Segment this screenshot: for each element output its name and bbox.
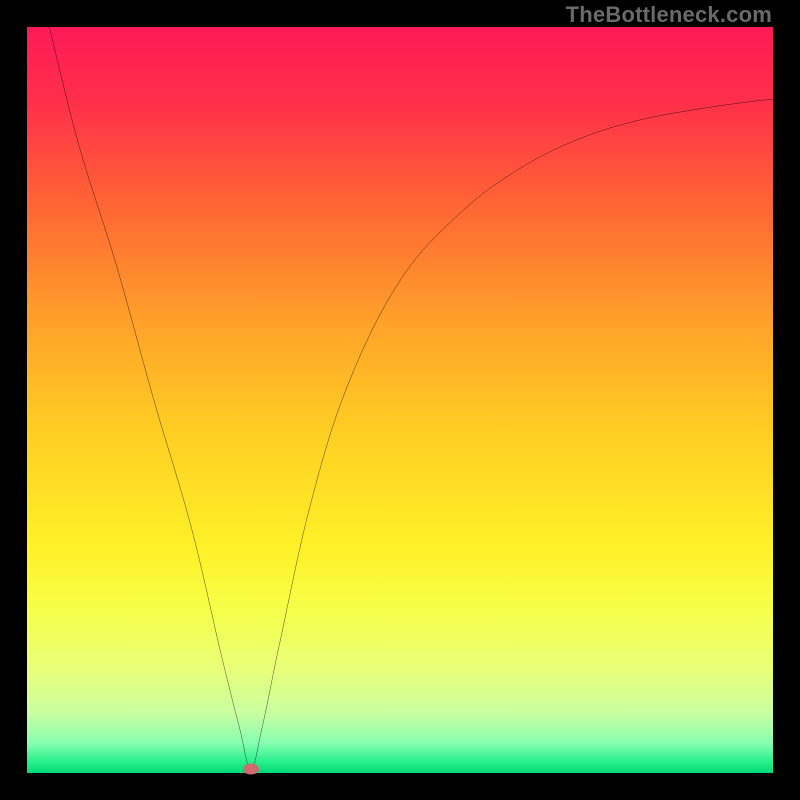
bottleneck-curve <box>49 27 773 769</box>
chart-frame: TheBottleneck.com <box>0 0 800 800</box>
minimum-marker <box>243 764 259 775</box>
watermark-text: TheBottleneck.com <box>566 2 772 28</box>
plot-area <box>27 27 773 773</box>
curve-layer <box>27 27 773 773</box>
